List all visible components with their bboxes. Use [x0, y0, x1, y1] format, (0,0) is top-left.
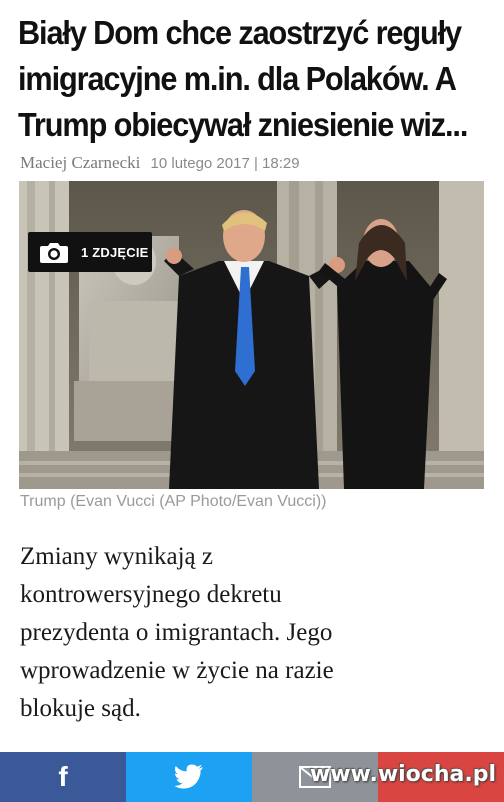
photo-caption: Trump (Evan Vucci (AP Photo/Evan Vucci))	[20, 493, 327, 510]
camera-icon	[40, 243, 68, 263]
lead-line: blokuje sąd.	[20, 695, 141, 722]
photo-count-badge[interactable]: 1 ZDJĘCIE	[28, 232, 152, 272]
facebook-icon: f	[58, 761, 68, 792]
publish-date: 10 lutego 2017 | 18:29	[150, 155, 300, 172]
lead-line: prezydenta o imigrantach. Jego	[20, 619, 333, 646]
article-lead: Zmiany wynikają z kontrowersyjnego dekre…	[20, 538, 490, 728]
article-photo[interactable]	[19, 181, 484, 489]
author-name[interactable]: Maciej Czarnecki	[20, 153, 140, 172]
twitter-share-button[interactable]	[126, 752, 252, 802]
photo-count-label: 1 ZDJĘCIE	[81, 244, 149, 260]
site-watermark: www.wiocha.pl	[309, 762, 496, 787]
lead-line: wprowadzenie w życie na razie	[20, 657, 334, 684]
headline-line: Biały Dom chce zaostrzyć reguły	[18, 14, 462, 51]
lead-line: Zmiany wynikają z	[20, 543, 213, 570]
headline-line: Trump obiecywał zniesienie wiz...	[18, 106, 468, 143]
headline-line: imigracyjne m.in. dla Polaków. A	[18, 60, 457, 97]
twitter-bird-icon	[174, 764, 203, 789]
photo-illustration	[19, 181, 484, 489]
facebook-share-button[interactable]: f	[0, 752, 126, 802]
article-headline: Biały Dom chce zaostrzyć reguły imigracy…	[18, 10, 488, 148]
lead-line: kontrowersyjnego dekretu	[20, 581, 282, 608]
byline: Maciej Czarnecki 10 lutego 2017 | 18:29	[20, 153, 300, 173]
